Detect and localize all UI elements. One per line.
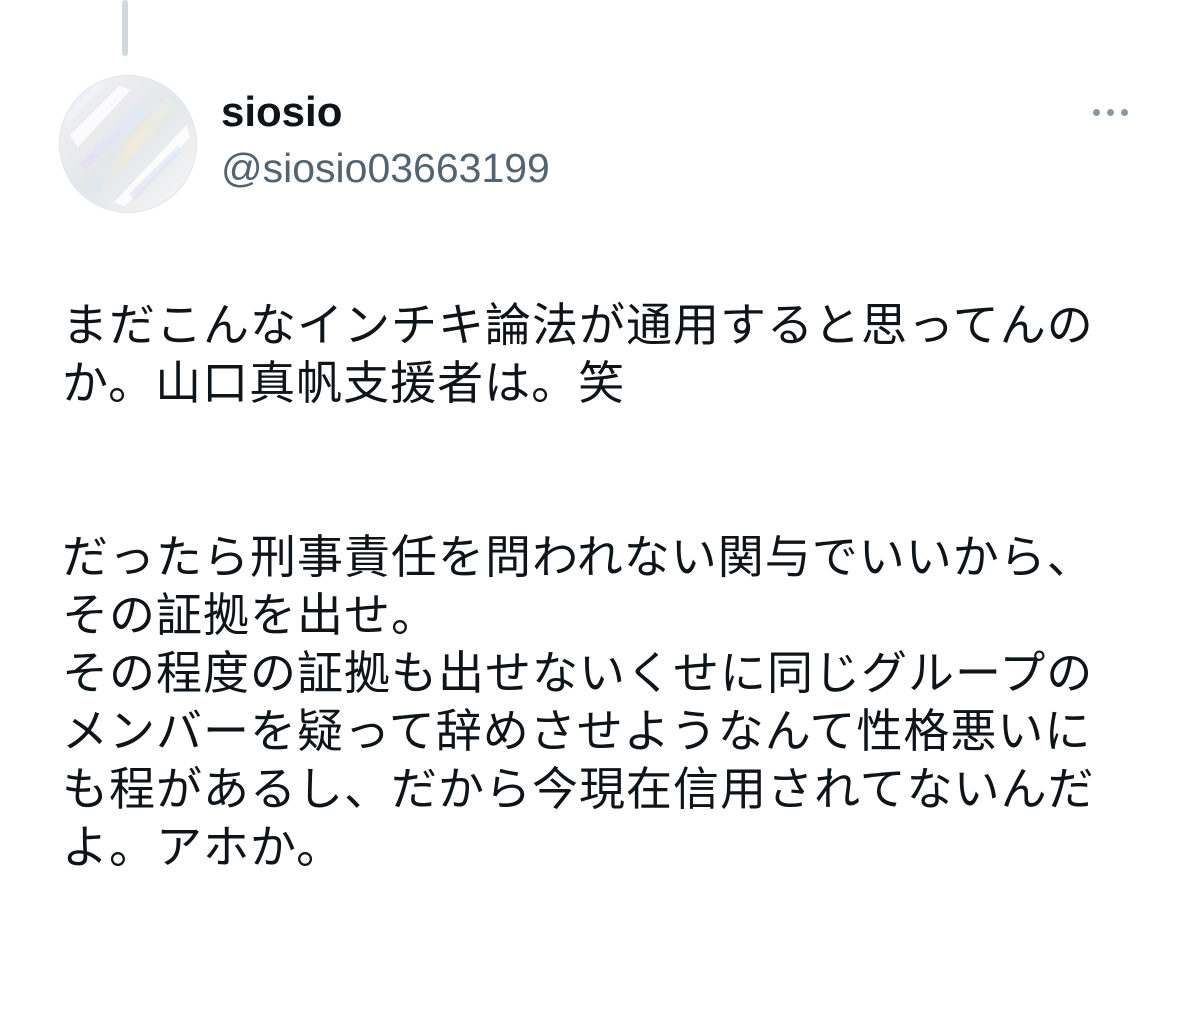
tweet-text-line: よ。アホか。 [62,820,344,874]
tweet-text-line: も程があるし、だから今現在信用されてないんだ [62,762,1095,816]
thread-connector-line [122,0,128,56]
author-handle[interactable]: @siosio03663199 [221,142,550,194]
tweet-text-line: か。山口真帆支援者は。笑 [62,356,626,410]
tweet-text-line: その証拠を出せ。 [62,588,438,642]
tweet-text: まだこんなインチキ論法が通用すると思ってんの か。山口真帆支援者は。笑 だったら… [62,296,1162,876]
tweet-text-line: まだこんなインチキ論法が通用すると思ってんの [62,298,1094,352]
paragraph-break [62,412,1162,528]
tweet-text-line: メンバーを疑って辞めさせようなんて性格悪いに [62,704,1092,758]
avatar[interactable] [59,75,197,213]
tweet-text-line: その程度の証拠も出せないくせに同じグループの [62,646,1094,700]
tweet-text-line: だったら刑事責任を問われない関与でいいから、 [62,530,1094,584]
more-dots-icon [1092,108,1100,116]
more-dots-icon [1106,108,1114,116]
iridescent-avatar-image [60,76,196,212]
author-display-name[interactable]: siosio [221,86,342,138]
more-dots-icon [1120,108,1128,116]
more-options-button[interactable] [1090,96,1130,128]
